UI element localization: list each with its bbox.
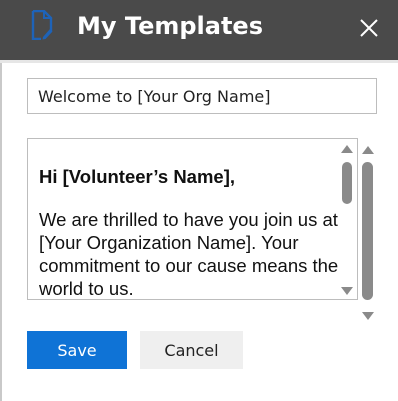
save-button[interactable]: Save	[27, 331, 127, 369]
editor-scrollbar[interactable]	[340, 142, 356, 296]
editor-scroll-thumb[interactable]	[342, 162, 352, 204]
panel-scroll-up-icon[interactable]	[362, 146, 374, 154]
close-icon[interactable]	[356, 15, 382, 41]
document-edit-icon	[31, 10, 53, 40]
dialog-title: My Templates	[77, 12, 263, 40]
editor-scroll-up-icon[interactable]	[341, 145, 353, 153]
panel-scrollbar[interactable]	[361, 142, 377, 324]
panel-scroll-down-icon[interactable]	[362, 312, 374, 320]
panel-scroll-thumb[interactable]	[362, 162, 373, 300]
titlebar-divider	[0, 60, 398, 63]
dialog-titlebar: My Templates	[0, 0, 398, 60]
editor-scroll-down-icon[interactable]	[341, 287, 353, 295]
template-body-content[interactable]: Hi [Volunteer’s Name], We are thrilled t…	[39, 165, 339, 299]
body-greeting: Hi [Volunteer’s Name],	[39, 166, 236, 187]
template-subject-input[interactable]	[27, 78, 377, 114]
body-paragraph: We are thrilled to have you join us at […	[39, 209, 339, 299]
cancel-button[interactable]: Cancel	[140, 331, 243, 369]
template-body-editor[interactable]: Hi [Volunteer’s Name], We are thrilled t…	[27, 138, 358, 300]
